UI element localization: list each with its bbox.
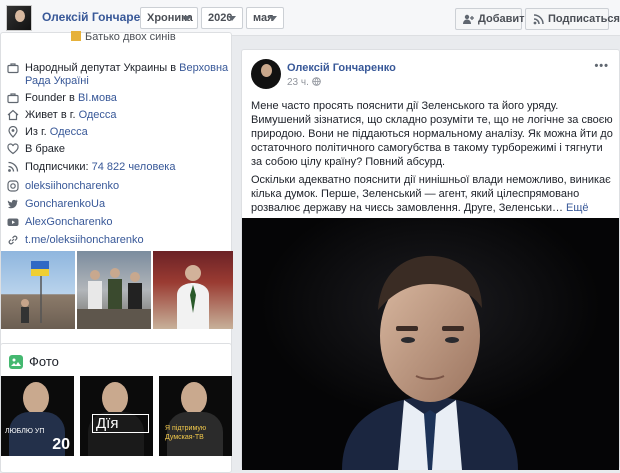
info-marital: В браке — [7, 143, 229, 156]
info-instagram: oleksiihoncharenko — [7, 180, 229, 193]
photo-thumb-1[interactable]: ЛЮБЛЮ УП 20 — [1, 376, 74, 456]
from-city-link[interactable]: Одесса — [50, 126, 88, 138]
add-user-icon — [463, 14, 474, 24]
info-lives-text: Живет в г. — [25, 109, 79, 121]
info-founder: Founder в ВІ.мова — [7, 92, 229, 105]
heart-icon — [7, 143, 19, 155]
post-body: Мене часто просять пояснити дії Зеленськ… — [251, 99, 613, 219]
month-select[interactable]: мая — [246, 7, 284, 29]
portrait-photo — [242, 218, 619, 470]
info-lives: Живет в г. Одесса — [7, 109, 229, 122]
left-column: Батько двох синів Народный депутат Украи… — [0, 31, 233, 473]
globe-icon — [311, 77, 321, 86]
post-author-avatar[interactable] — [251, 59, 281, 89]
briefcase-icon — [7, 63, 19, 74]
rss-icon — [533, 14, 544, 25]
info-telegram: t.me/oleksiihoncharenko — [7, 234, 229, 247]
post-photo[interactable] — [242, 218, 619, 470]
info-twitter: GoncharenkoUa — [7, 198, 229, 211]
marital-status: В браке — [25, 143, 65, 155]
info-followers: Подписчики: 74 822 человека — [7, 161, 229, 174]
see-more-link[interactable]: Ещё — [566, 202, 589, 214]
family-icon — [71, 31, 81, 41]
photo-thumb-2[interactable]: Дїя — [80, 376, 153, 456]
photo-thumb-3-caption: Я підтримую Думская-ТВ — [165, 425, 207, 441]
instagram-link[interactable]: oleksiihoncharenko — [7, 180, 229, 193]
info-from-text: Из г. — [25, 126, 50, 138]
lives-city-link[interactable]: Одесса — [79, 109, 117, 121]
featured-photos — [1, 251, 233, 329]
intro-card: Батько двох синів Народный депутат Украи… — [0, 31, 233, 374]
vi-mova-link[interactable]: ВІ.мова — [78, 92, 117, 104]
photo-thumb-2-caption: Дїя — [92, 414, 149, 433]
chevron-down-icon — [183, 16, 191, 21]
parliament-photo — [177, 265, 209, 329]
flag-icon — [21, 261, 49, 323]
chevron-down-icon — [269, 16, 277, 21]
subscribe-button[interactable]: Подписаться — [525, 8, 620, 30]
add-friend-button[interactable]: Добавить — [455, 8, 531, 30]
info-from: Из г. Одесса — [7, 126, 229, 139]
chevron-down-icon — [228, 16, 236, 21]
featured-photo-3[interactable] — [153, 251, 233, 329]
group-photo — [77, 268, 151, 329]
home-icon — [7, 109, 19, 121]
featured-photo-2[interactable] — [77, 251, 151, 329]
add-friend-label: Добавить — [478, 13, 532, 25]
youtube-icon — [7, 218, 19, 226]
telegram-link[interactable]: t.me/oleksiihoncharenko — [7, 234, 229, 247]
photos-card: Фото ЛЮБЛЮ УП 20 Дїя Я підтримую Думская… — [0, 343, 232, 473]
timeline-post: Олексій Гончаренко 23 ч. ••• Мене часто … — [241, 49, 620, 470]
info-followers-text: Подписчики: — [25, 161, 92, 173]
instagram-icon — [7, 180, 19, 192]
photo-thumb-3[interactable]: Я підтримую Думская-ТВ — [159, 376, 232, 456]
twitter-link[interactable]: GoncharenkoUa — [7, 198, 229, 211]
info-founder-text: Founder в — [25, 92, 78, 104]
year-select[interactable]: 2020 — [201, 7, 243, 29]
photos-header[interactable]: Фото — [9, 354, 59, 369]
rss-icon — [8, 161, 19, 172]
link-icon — [8, 235, 18, 245]
info-deputy: Народный депутат Украины в Верховна Рада… — [7, 62, 229, 88]
profile-avatar[interactable] — [6, 5, 32, 31]
post-options-icon[interactable]: ••• — [594, 60, 609, 72]
location-pin-icon — [8, 126, 18, 138]
photo-thumb-1-caption: ЛЮБЛЮ УП — [5, 428, 45, 435]
intro-bio-line: Батько двох синів — [71, 31, 176, 43]
post-author-name[interactable]: Олексій Гончаренко — [287, 62, 396, 74]
photo-thumb-1-number: 20 — [52, 436, 70, 453]
photos-title: Фото — [29, 354, 59, 369]
subscribe-label: Подписаться — [548, 13, 620, 25]
photos-icon — [9, 355, 23, 369]
briefcase-icon — [7, 93, 19, 104]
info-youtube: AlexGoncharenko — [7, 216, 229, 229]
youtube-link[interactable]: AlexGoncharenko — [7, 216, 229, 229]
info-deputy-text: Народный депутат Украины в — [25, 62, 180, 74]
twitter-icon — [7, 199, 19, 209]
timeline-tab-select[interactable]: Хроника — [140, 7, 198, 29]
post-timestamp[interactable]: 23 ч. — [287, 77, 321, 88]
followers-link[interactable]: 74 822 человека — [92, 161, 176, 173]
featured-photo-1[interactable] — [1, 251, 75, 329]
post-paragraph-2: Оскільки адекватно пояснити дії нинішньо… — [251, 174, 611, 214]
post-paragraph-1: Мене часто просять пояснити дії Зеленськ… — [251, 100, 613, 168]
